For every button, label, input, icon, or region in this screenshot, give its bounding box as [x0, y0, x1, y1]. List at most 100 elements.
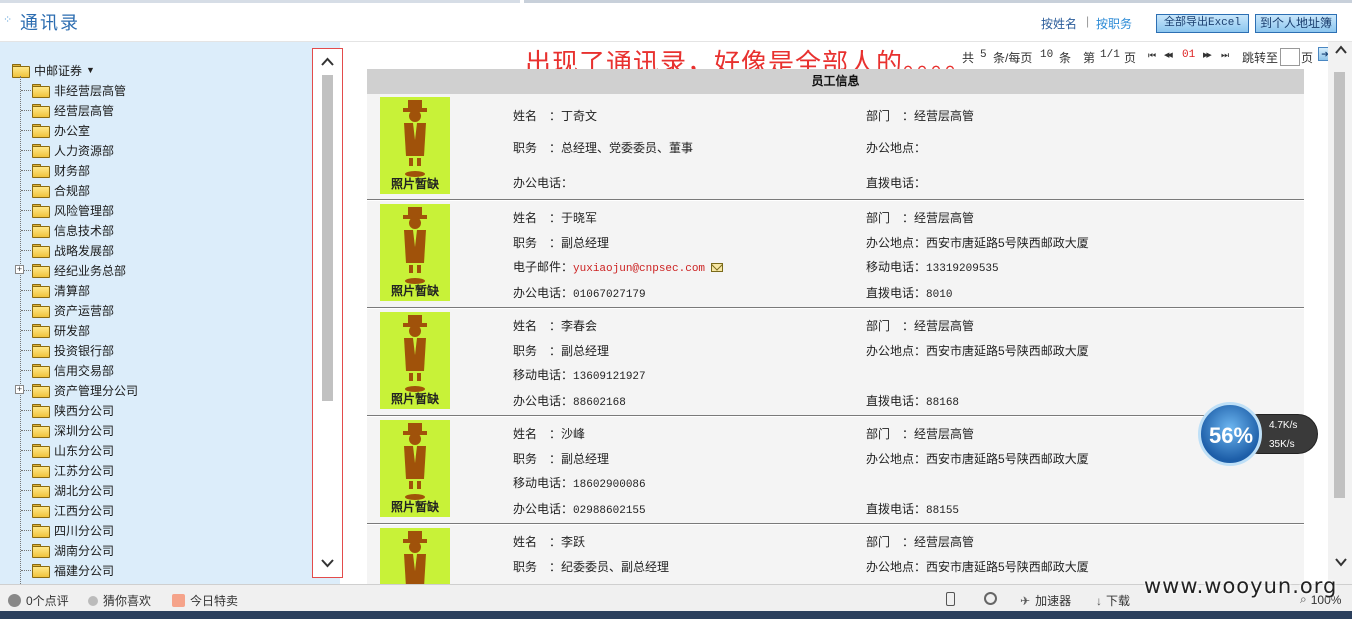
- tree-item[interactable]: 风险管理部: [32, 200, 114, 220]
- employee-direct-phone-value: 8010: [926, 289, 953, 301]
- main-scrollbar[interactable]: [1328, 42, 1352, 584]
- expand-icon[interactable]: +: [15, 265, 24, 274]
- employee-office-label: 办公地点：: [866, 141, 927, 155]
- expand-icon[interactable]: +: [15, 385, 24, 394]
- tree-item[interactable]: 山东分公司: [32, 440, 114, 460]
- tree-item[interactable]: 战略发展部: [32, 240, 114, 260]
- tree-item[interactable]: 湖北分公司: [32, 480, 114, 500]
- photo-caption: 照片暂缺: [390, 177, 439, 191]
- tree-item[interactable]: 非经营层高管: [32, 80, 126, 100]
- employee-direct-phone-label: 直拨电话：: [866, 394, 927, 408]
- tree-item[interactable]: 研发部: [32, 320, 90, 340]
- guess-item[interactable]: 猜你喜欢: [88, 592, 151, 609]
- sort-by-position-link[interactable]: 按职务: [1096, 15, 1132, 32]
- employee-card: 照片暂缺 姓名 ：于晓军 部门 ：经营层高管 职务 ：副总经理 办公地点：西安市唐延路5…: [367, 201, 1304, 308]
- tree-item[interactable]: 四川分公司: [32, 520, 114, 540]
- export-excel-button[interactable]: 全部导出Excel: [1156, 14, 1249, 33]
- tree-item[interactable]: 深圳分公司: [32, 420, 114, 440]
- tree-item[interactable]: 人力资源部: [32, 140, 114, 160]
- tree-item[interactable]: 资产管理分公司: [32, 380, 138, 400]
- employee-name-value: 于晓军: [561, 211, 598, 225]
- tree-item[interactable]: 湖南分公司: [32, 540, 114, 560]
- download-item[interactable]: ↓ 下载: [1096, 592, 1130, 609]
- tree-item[interactable]: 清算部: [32, 280, 90, 300]
- employee-direct-phone: 直拨电话：88155: [866, 500, 959, 517]
- employee-title: 职务 ：副总经理: [513, 234, 609, 251]
- tree-item[interactable]: 合规部: [32, 180, 90, 200]
- tree-item-label: 江苏分公司: [54, 463, 115, 478]
- tree-root[interactable]: 中邮证券 ▼: [12, 60, 95, 80]
- tree-branch-line: [21, 330, 31, 331]
- next-page-icon[interactable]: ▶▶: [1203, 51, 1212, 59]
- tree-item[interactable]: 信用交易部: [32, 360, 114, 380]
- employee-title-value: 总经理、党委委员、董事: [561, 141, 694, 155]
- tree-branch-line: [21, 410, 31, 411]
- personal-address-book-button[interactable]: 到个人地址簿: [1255, 14, 1337, 33]
- network-speed-widget[interactable]: ↑4.7K/s ↓35K/s 56%: [1198, 402, 1320, 466]
- first-page-icon[interactable]: ⏮: [1148, 50, 1156, 61]
- tree-item[interactable]: 经营层高管: [32, 100, 114, 120]
- folder-icon: [32, 524, 50, 538]
- tree-item[interactable]: 江西分公司: [32, 500, 114, 520]
- tree-item-label: 经营层高管: [54, 103, 115, 118]
- tree-item[interactable]: 福建分公司: [32, 560, 114, 580]
- pager-per-page: 10: [1040, 49, 1054, 61]
- department-tree-panel: 中邮证券 ▼ 非经营层高管经营层高管办公室 人力资源部 财务部 合规部 风险管理部 信息技术部…: [0, 42, 340, 584]
- current-page-link[interactable]: 01: [1182, 49, 1195, 61]
- email-link[interactable]: yuxiaojun@cnpsec.com: [573, 263, 705, 275]
- download-label: 下载: [1106, 594, 1131, 608]
- employee-mobile-value: 18602900086: [573, 479, 646, 491]
- refresh-icon[interactable]: [984, 592, 1002, 605]
- employee-office-phone-value: 88602168: [573, 397, 626, 409]
- folder-icon: [32, 264, 50, 278]
- employee-title-label: 职务 ：: [513, 344, 562, 358]
- folder-icon: [32, 304, 50, 318]
- last-page-icon[interactable]: ⏭: [1221, 50, 1229, 61]
- employee-email-label: 电子邮件：: [513, 260, 574, 274]
- tree-item[interactable]: 财务部: [32, 160, 90, 180]
- tree-item[interactable]: 资产运营部: [32, 300, 114, 320]
- tree-item[interactable]: 投资银行部: [32, 340, 114, 360]
- scroll-up-icon[interactable]: [1334, 44, 1348, 56]
- tree-branch-line: [21, 470, 31, 471]
- employee-office-phone-value: 01067027179: [573, 289, 646, 301]
- jump-page-input[interactable]: [1280, 48, 1300, 66]
- tree-item[interactable]: 经纪业务总部: [32, 260, 126, 280]
- tree-item[interactable]: 办公室: [32, 120, 90, 140]
- scroll-down-icon[interactable]: [320, 556, 335, 570]
- employee-dept-label: 部门 ：: [866, 427, 915, 441]
- employee-mobile-label: 移动电话：: [513, 476, 574, 490]
- tree-scroll-thumb[interactable]: [322, 75, 333, 401]
- pager-total-prefix: 共: [962, 51, 975, 65]
- prev-page-icon[interactable]: ◀◀: [1164, 51, 1173, 59]
- mail-icon[interactable]: [711, 263, 724, 272]
- employee-title-label: 职务 ：: [513, 236, 562, 250]
- employee-office-phone-label: 办公电话：: [513, 286, 574, 300]
- folder-icon: [32, 324, 50, 338]
- scroll-up-icon[interactable]: [320, 55, 335, 69]
- tree-item-label: 经纪业务总部: [54, 263, 127, 278]
- person-silhouette-icon: [403, 315, 427, 392]
- tree-item[interactable]: 江苏分公司: [32, 460, 114, 480]
- sort-by-name-link[interactable]: 按姓名: [1041, 15, 1077, 32]
- comments-item[interactable]: 0个点评: [8, 592, 69, 609]
- scroll-down-icon[interactable]: [1334, 556, 1348, 568]
- tree-item-label: 资产运营部: [54, 303, 115, 318]
- employee-dept-value: 经营层高管: [914, 535, 975, 549]
- tree-item-label: 陕西分公司: [54, 403, 115, 418]
- person-silhouette-icon: [403, 531, 427, 584]
- employee-name-label: 姓名 ：: [513, 427, 562, 441]
- main-scroll-thumb[interactable]: [1334, 72, 1345, 498]
- tree-item[interactable]: 信息技术部: [32, 220, 114, 240]
- tree-branch-line: [21, 370, 31, 371]
- employee-card: 照片暂缺 姓名 ：沙峰 部门 ：经营层高管 职务 ：副总经理 办公地点：西安市唐延路5号…: [367, 417, 1304, 524]
- accelerator-item[interactable]: ✈ 加速器: [1020, 592, 1071, 609]
- deals-item[interactable]: 今日特卖: [172, 592, 238, 609]
- employee-mobile: 移动电话：13609121927: [513, 366, 646, 383]
- tree-item[interactable]: 陕西分公司: [32, 400, 114, 420]
- employee-title: 职务 ：纪委委员、副总经理: [513, 558, 669, 575]
- tree-scrollbar[interactable]: [312, 48, 343, 578]
- employee-dept: 部门 ：经营层高管: [866, 317, 974, 334]
- employee-office-phone-label: 办公电话：: [513, 394, 574, 408]
- phone-icon[interactable]: [946, 592, 960, 606]
